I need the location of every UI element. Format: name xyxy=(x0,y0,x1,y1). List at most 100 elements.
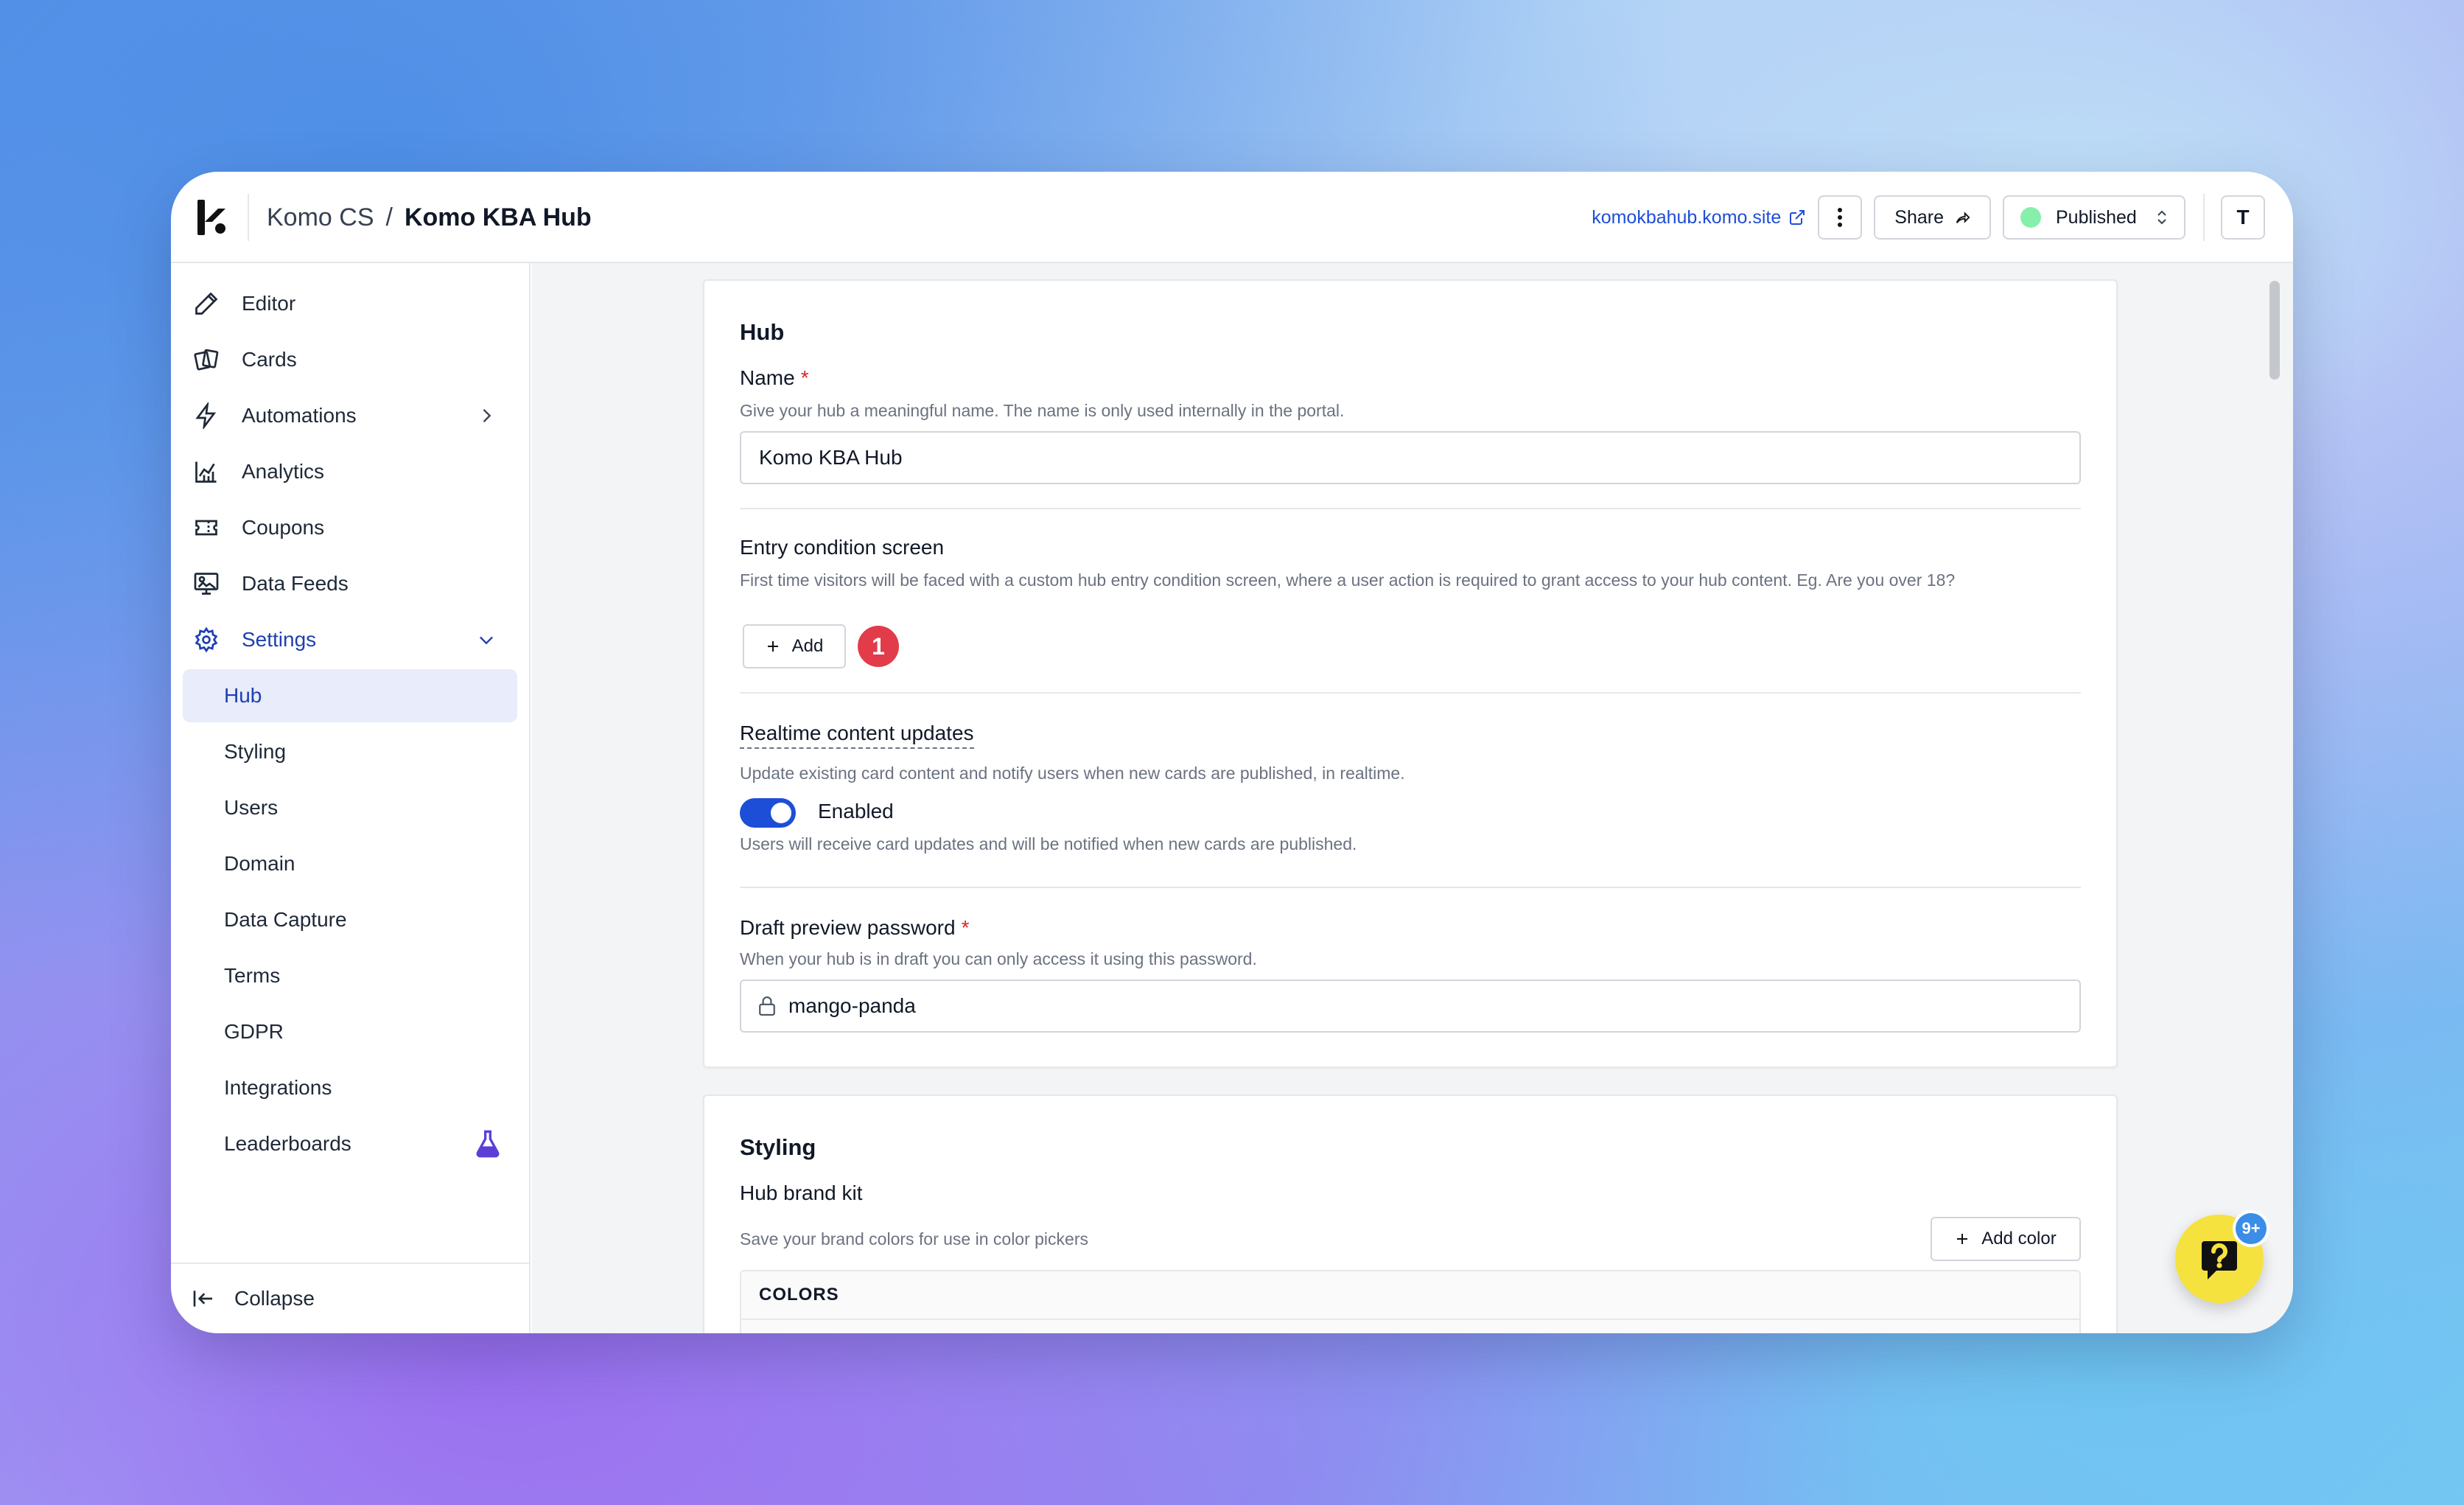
toggle-enabled-label: Enabled xyxy=(818,800,894,823)
draft-password-help: When your hub is in draft you can only a… xyxy=(740,949,1257,968)
sidebar-item-label: Settings xyxy=(242,628,317,651)
komo-logo-icon[interactable] xyxy=(196,200,228,235)
breadcrumb: Komo CS / Komo KBA Hub xyxy=(267,172,592,263)
breadcrumb-org[interactable]: Komo CS xyxy=(267,203,374,232)
sidebar-sub-leaderboards[interactable]: Leaderboards xyxy=(183,1117,517,1170)
data-feed-icon xyxy=(194,573,219,595)
share-arrow-icon xyxy=(1956,212,1970,223)
publish-status-select[interactable]: Published xyxy=(2003,195,2185,240)
share-label: Share xyxy=(1894,206,1944,228)
chevron-right-icon xyxy=(483,409,491,422)
status-dot-icon xyxy=(2020,207,2041,228)
app-window: Komo CS / Komo KBA Hub komokbahub.komo.s… xyxy=(171,172,2293,1333)
realtime-updates-label-text[interactable]: Realtime content updates xyxy=(740,722,974,749)
pencil-icon xyxy=(195,292,218,315)
required-asterisk: * xyxy=(961,916,970,939)
vertical-dots-icon xyxy=(1838,208,1843,227)
entry-condition-label: Entry condition screen xyxy=(740,536,945,559)
sidebar-sub-users[interactable]: Users xyxy=(183,781,517,834)
sidebar-sub-label: Terms xyxy=(224,964,281,987)
draft-password-label-text: Draft preview password xyxy=(740,916,956,939)
name-label-text: Name xyxy=(740,366,795,389)
share-button[interactable]: Share xyxy=(1874,195,1991,240)
realtime-updates-label: Realtime content updates xyxy=(740,722,974,749)
step-number-badge: 1 xyxy=(858,626,899,667)
user-avatar-button[interactable]: T xyxy=(2221,195,2265,240)
required-asterisk: * xyxy=(800,366,809,389)
styling-settings-card: Styling Hub brand kit Save your brand co… xyxy=(703,1094,2118,1333)
more-options-button[interactable] xyxy=(1818,195,1863,240)
collapse-arrow-icon xyxy=(193,1291,212,1307)
sidebar-sub-data-capture[interactable]: Data Capture xyxy=(183,893,517,946)
sidebar-sub-label: Integrations xyxy=(224,1076,332,1099)
entry-condition-help: First time visitors will be faced with a… xyxy=(740,570,1956,590)
toggle-help-text: Users will receive card updates and will… xyxy=(740,834,1357,853)
breadcrumb-separator: / xyxy=(385,203,393,231)
main-content: Hub Name * Give your hub a meaningful nam… xyxy=(532,263,2293,1333)
sidebar-item-cards[interactable]: Cards xyxy=(183,333,513,386)
chevron-down-icon xyxy=(480,636,493,645)
sidebar-item-label: Editor xyxy=(242,292,296,315)
colors-table-header: COLORS xyxy=(741,1271,2079,1320)
cards-icon xyxy=(194,349,219,371)
sidebar-item-data-feeds[interactable]: Data Feeds xyxy=(183,557,513,610)
add-color-label: Add color xyxy=(1981,1229,2057,1249)
hub-section-title: Hub xyxy=(740,319,785,345)
draft-password-input[interactable]: mango-panda xyxy=(740,980,2081,1033)
help-question-icon xyxy=(2202,1241,2237,1279)
hub-name-input[interactable]: Komo KBA Hub xyxy=(740,431,2081,484)
sidebar-sub-styling[interactable]: Styling xyxy=(183,725,517,778)
collapse-button[interactable]: Collapse xyxy=(171,1263,529,1333)
site-url-link[interactable]: komokbahub.komo.site xyxy=(1592,207,1806,228)
sidebar-sub-label: Data Capture xyxy=(224,908,347,931)
sidebar-sub-label: Domain xyxy=(224,852,295,875)
gear-icon xyxy=(195,626,218,653)
name-field-label: Name * xyxy=(740,366,809,390)
name-help-text: Give your hub a meaningful name. The nam… xyxy=(740,401,1345,420)
vertical-scrollbar[interactable] xyxy=(2269,281,2280,380)
collapse-label: Collapse xyxy=(234,1287,315,1310)
realtime-updates-help: Update existing card content and notify … xyxy=(740,764,1405,783)
sidebar-item-settings[interactable]: Settings xyxy=(183,613,513,666)
sidebar: Editor Cards Automations Analytics Coupo… xyxy=(171,263,531,1333)
section-divider xyxy=(740,887,2081,888)
sidebar-item-label: Automations xyxy=(242,404,357,427)
realtime-updates-toggle[interactable] xyxy=(740,798,796,828)
sidebar-item-coupons[interactable]: Coupons xyxy=(183,501,513,554)
help-notification-badge: 9+ xyxy=(2233,1210,2269,1247)
header-actions: komokbahub.komo.site Share Published T xyxy=(1592,172,2265,263)
sidebar-item-label: Analytics xyxy=(242,460,325,483)
draft-password-value: mango-panda xyxy=(788,994,916,1017)
sidebar-item-editor[interactable]: Editor xyxy=(183,277,513,330)
sidebar-sub-domain[interactable]: Domain xyxy=(183,837,517,890)
status-label: Published xyxy=(2056,206,2137,228)
add-entry-condition-button[interactable]: Add xyxy=(743,624,846,668)
toggle-knob xyxy=(771,803,791,823)
plus-icon xyxy=(1957,1234,1968,1244)
lightning-icon xyxy=(195,402,217,429)
add-button-label: Add xyxy=(791,636,824,656)
sidebar-item-analytics[interactable]: Analytics xyxy=(183,445,513,498)
colors-table: COLORS xyxy=(740,1270,2081,1333)
chart-icon xyxy=(195,461,217,483)
sidebar-item-automations[interactable]: Automations xyxy=(183,389,513,442)
breadcrumb-hub-name: Komo KBA Hub xyxy=(404,203,592,231)
ticket-icon xyxy=(195,520,217,536)
sidebar-sub-integrations[interactable]: Integrations xyxy=(183,1061,517,1114)
sidebar-sub-label: Styling xyxy=(224,740,287,763)
add-color-button[interactable]: Add color xyxy=(1931,1217,2081,1261)
draft-password-label: Draft preview password * xyxy=(740,916,969,940)
plus-icon xyxy=(767,641,778,652)
brand-kit-label: Hub brand kit xyxy=(740,1181,863,1204)
sidebar-sub-label: Users xyxy=(224,796,279,819)
hub-settings-card: Hub Name * Give your hub a meaningful nam… xyxy=(703,279,2118,1068)
styling-section-title: Styling xyxy=(740,1134,816,1160)
section-divider xyxy=(740,692,2081,694)
sidebar-item-label: Coupons xyxy=(242,516,325,539)
top-header: Komo CS / Komo KBA Hub komokbahub.komo.s… xyxy=(171,172,2293,263)
sidebar-sub-hub[interactable]: Hub xyxy=(183,669,517,722)
sidebar-sub-gdpr[interactable]: GDPR xyxy=(183,1005,517,1058)
section-divider xyxy=(740,508,2081,509)
sidebar-sub-terms[interactable]: Terms xyxy=(183,949,517,1002)
colors-header-label: COLORS xyxy=(759,1285,839,1305)
